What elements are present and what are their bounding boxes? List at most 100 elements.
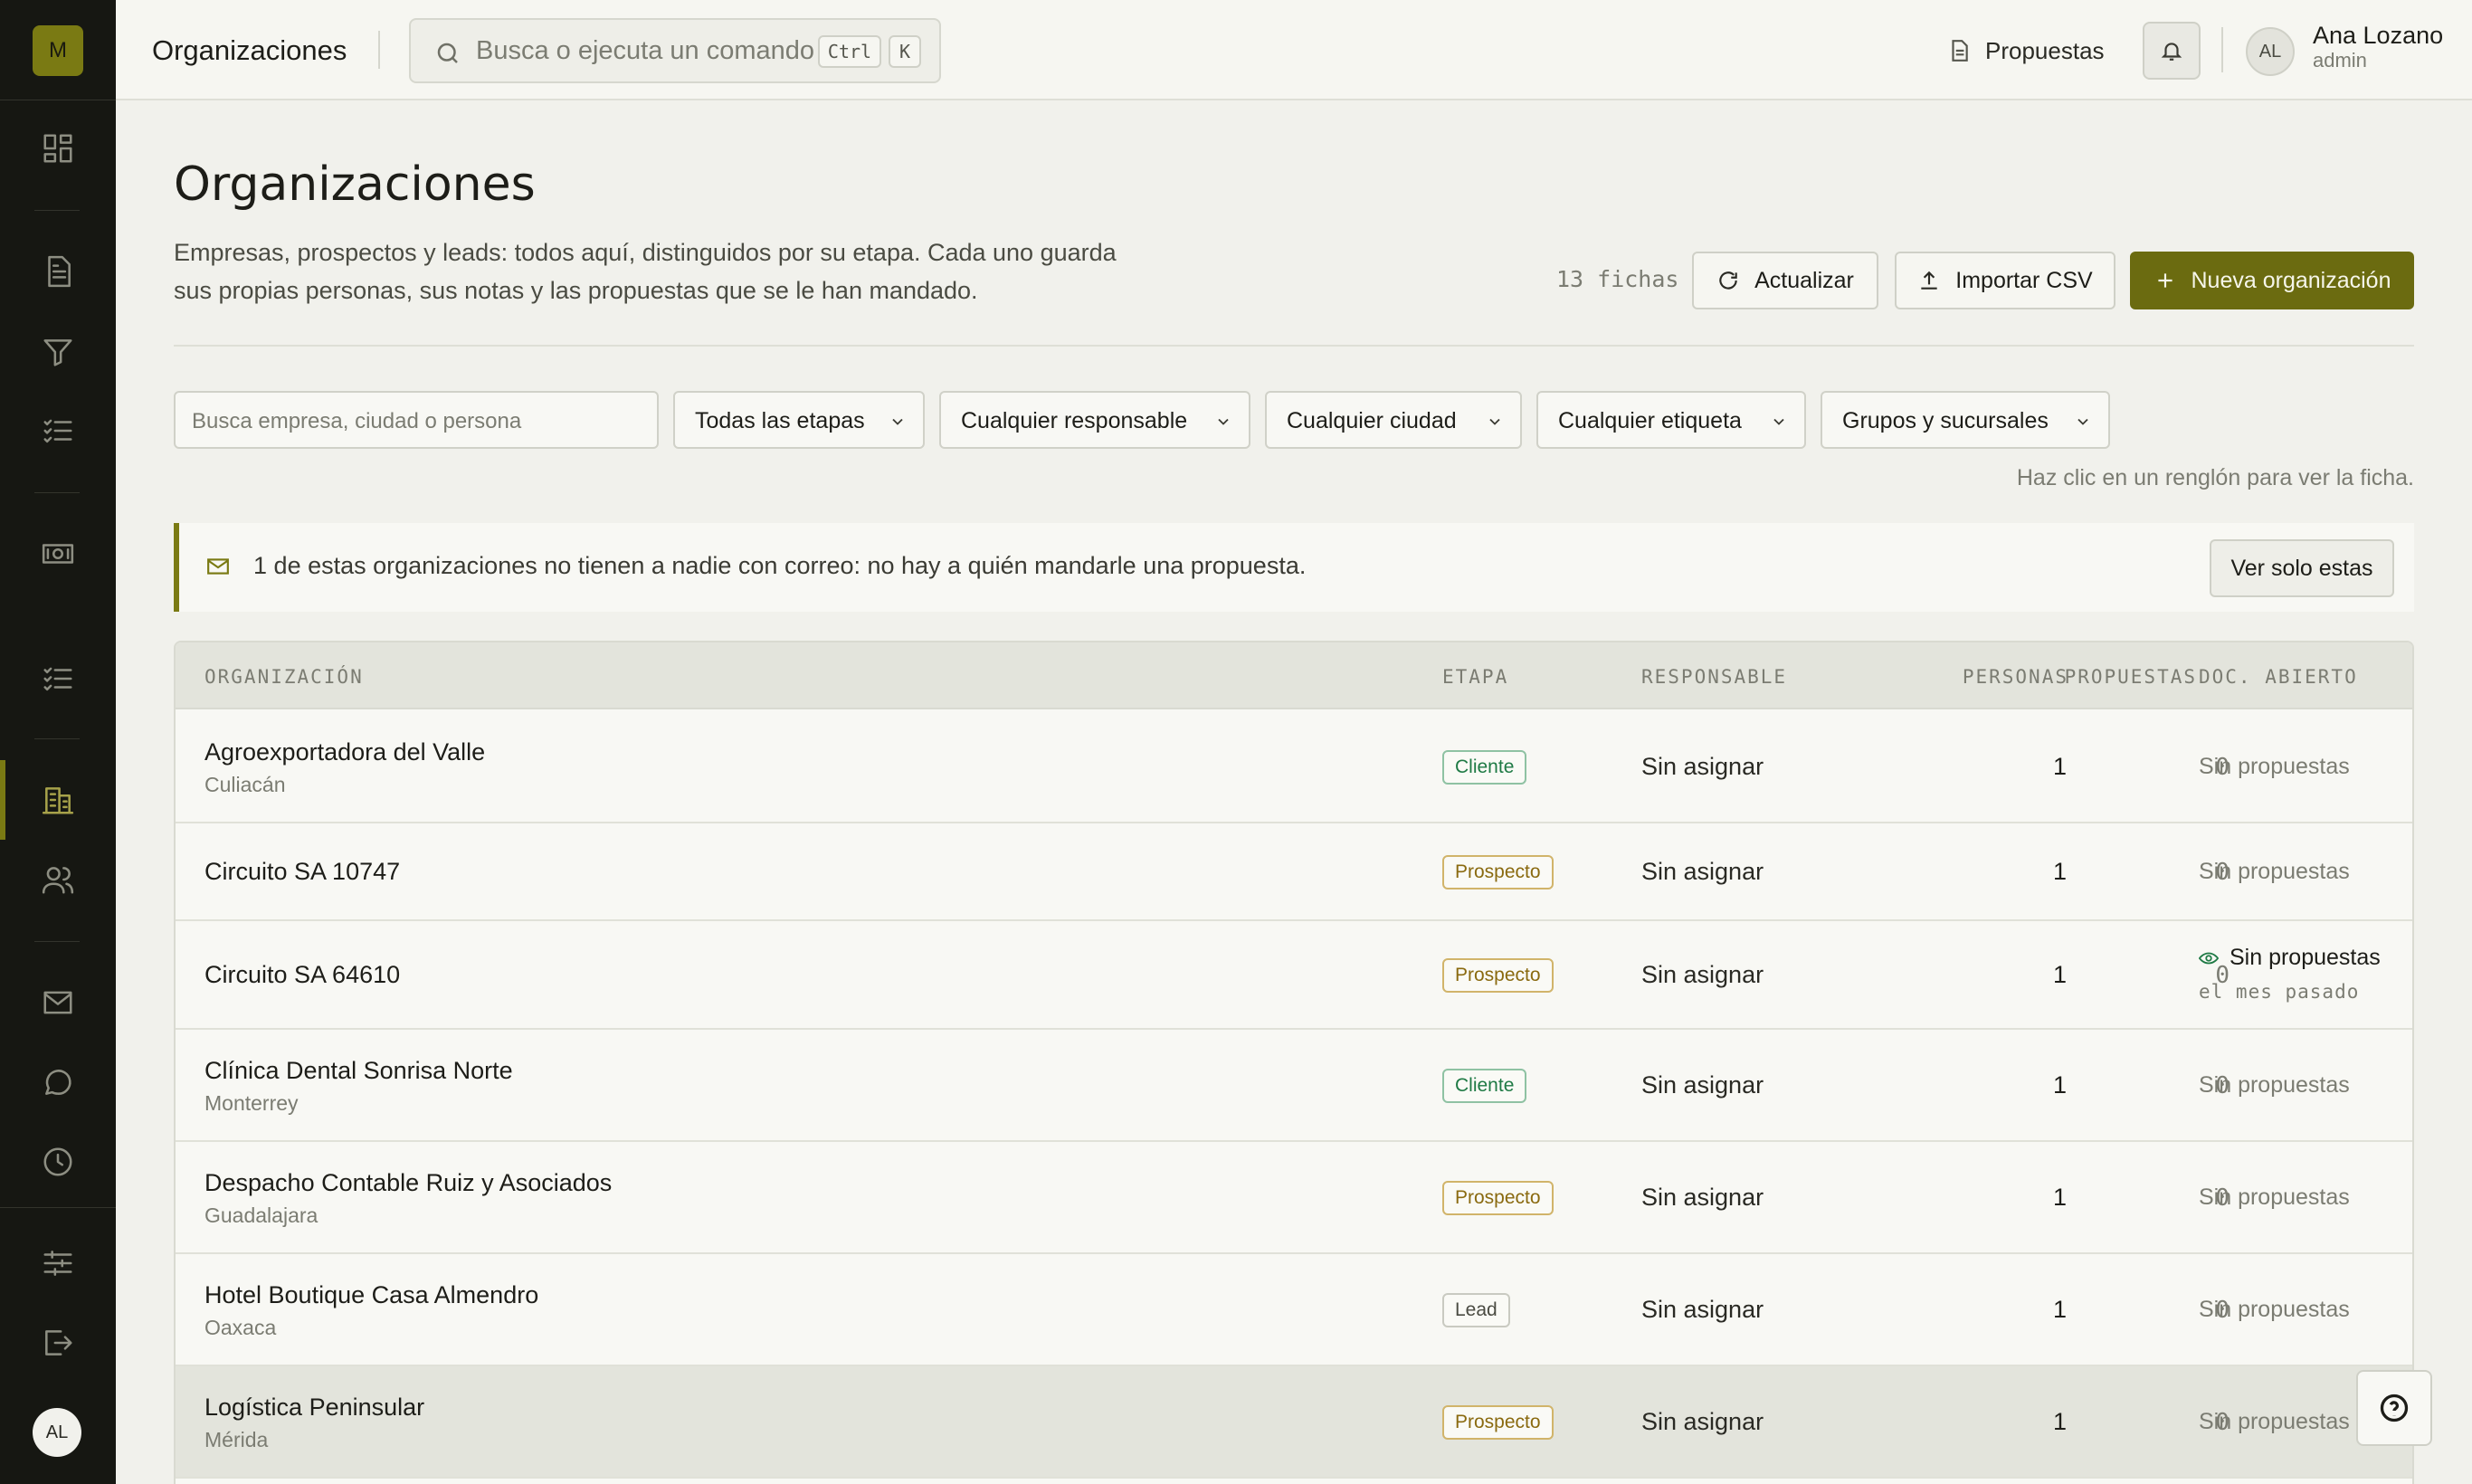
bell-icon: [2161, 43, 2182, 61]
help-icon: [2380, 1394, 2409, 1422]
clock-icon[interactable]: [36, 1140, 80, 1184]
owner-value: Sin asignar: [1641, 1296, 1764, 1323]
refresh-icon: [1719, 271, 1737, 290]
stage-badge: Lead: [1442, 1293, 1510, 1327]
organization-city: Monterrey: [204, 1091, 299, 1115]
page-description: Empresas, prospectos y leads: todos aquí…: [174, 239, 1117, 304]
chat-icon[interactable]: [36, 1061, 80, 1104]
people-count: 1: [2052, 753, 2067, 780]
chevron-down-icon: [1489, 418, 1500, 425]
chevron-down-icon: [1218, 418, 1229, 425]
sidebar-divider: [34, 492, 80, 493]
banknote-icon[interactable]: [36, 532, 80, 576]
stage-badge: Cliente: [1442, 750, 1527, 785]
stage-badge: Cliente: [1442, 1069, 1527, 1103]
building-icon[interactable]: [36, 778, 80, 822]
show-only-these-button[interactable]: Ver solo estas: [2210, 539, 2394, 597]
column-header-doc-opened[interactable]: DOC. ABIERTO: [2199, 666, 2358, 688]
table-row[interactable]: Circuito SA 10747 Prospecto Sin asignar 1 0 S…: [176, 823, 2412, 921]
eye-icon: [2199, 952, 2219, 964]
search-placeholder: Busca o ejecuta un comando: [476, 36, 815, 65]
document-icon: [1952, 40, 1968, 62]
city-select[interactable]: Cualquier ciudad: [1265, 391, 1522, 449]
logout-icon[interactable]: [36, 1321, 80, 1365]
table-header: ORGANIZACIÓN ETAPA RESPONSABLE PERSONAS …: [176, 642, 2412, 709]
organization-name[interactable]: Clínica Dental Sonrisa Norte: [204, 1057, 513, 1085]
groups-select[interactable]: Grupos y sucursales: [1821, 391, 2110, 449]
import-csv-button-label: Importar CSV: [1955, 267, 2093, 293]
organization-name[interactable]: Agroexportadora del Valle: [204, 738, 485, 766]
column-header-proposals[interactable]: PROPUESTAS: [2025, 666, 2197, 688]
people-count: 1: [2052, 1071, 2067, 1099]
help-button[interactable]: [2356, 1370, 2432, 1446]
search-icon: [437, 43, 458, 63]
new-organization-button[interactable]: Nueva organización: [2130, 252, 2414, 309]
organization-name[interactable]: Despacho Contable Ruiz y Asociados: [204, 1169, 612, 1197]
table-row[interactable]: Agroexportadora del Valle Culiacán Cliente…: [176, 711, 2412, 823]
app-logo[interactable]: M: [33, 25, 83, 76]
mail-icon: [207, 558, 229, 575]
mail-icon[interactable]: [36, 981, 80, 1024]
user-role: admin: [2313, 49, 2367, 71]
sidebar-divider: [34, 210, 80, 211]
sliders-icon[interactable]: [36, 1241, 80, 1285]
table-row[interactable]: Circuito SA 64610 Prospecto Sin asignar 1 0 S…: [176, 921, 2412, 1030]
column-header-owner[interactable]: RESPONSABLE: [1641, 666, 1787, 688]
sidebar: M AL: [0, 0, 116, 1484]
doc-opened-value: Sin propuestas: [2199, 1072, 2350, 1098]
people-count: 1: [2052, 1184, 2067, 1211]
chevron-down-icon: [1773, 418, 1784, 425]
checklist-icon[interactable]: [36, 409, 80, 452]
stage-badge: Prospecto: [1442, 855, 1554, 889]
column-header-organization[interactable]: ORGANIZACIÓN: [204, 666, 364, 688]
organization-city: Oaxaca: [204, 1316, 277, 1339]
import-csv-button[interactable]: Importar CSV: [1895, 252, 2115, 309]
tag-select-value: Cualquier etiqueta: [1558, 408, 1742, 433]
chevron-down-icon: [892, 418, 903, 425]
command-search-input[interactable]: Busca o ejecuta un comando Ctrl K: [409, 18, 941, 83]
avatar[interactable]: AL: [33, 1408, 81, 1457]
topbar-title: Organizaciones: [152, 34, 347, 66]
table-row[interactable]: Logística Peninsular Mérida Prospecto Sin a…: [176, 1366, 2412, 1479]
dashboard-icon[interactable]: [36, 127, 80, 170]
organization-search-placeholder: Busca empresa, ciudad o persona: [192, 409, 522, 433]
organization-search-input[interactable]: Busca empresa, ciudad o persona: [174, 391, 659, 449]
table-row[interactable]: Hotel Boutique Casa Almendro Oaxaca Lead Si…: [176, 1254, 2412, 1366]
topbar-divider: [2221, 27, 2223, 72]
owner-value: Sin asignar: [1641, 961, 1764, 988]
owner-value: Sin asignar: [1641, 1184, 1764, 1211]
organization-name[interactable]: Circuito SA 10747: [204, 858, 400, 886]
alert-count: 1: [253, 552, 268, 579]
owner-select[interactable]: Cualquier responsable: [939, 391, 1250, 449]
notifications-button[interactable]: [2143, 22, 2201, 80]
people-count: 1: [2052, 1408, 2067, 1435]
table-row[interactable]: Despacho Contable Ruiz y Asociados Guadal…: [176, 1142, 2412, 1254]
table-row[interactable]: Clínica Dental Sonrisa Norte Monterrey Cli…: [176, 1030, 2412, 1142]
stage-select[interactable]: Todas las etapas: [673, 391, 925, 449]
new-organization-button-label: Nueva organización: [2191, 267, 2391, 293]
document-icon[interactable]: [36, 250, 80, 293]
column-header-stage[interactable]: ETAPA: [1442, 666, 1508, 688]
stage-badge: Prospecto: [1442, 1181, 1554, 1215]
refresh-button[interactable]: Actualizar: [1692, 252, 1878, 309]
owner-value: Sin asignar: [1641, 753, 1764, 780]
tag-select[interactable]: Cualquier etiqueta: [1536, 391, 1806, 449]
owner-value: Sin asignar: [1641, 1408, 1764, 1435]
tasks-icon[interactable]: [36, 657, 80, 700]
proposals-link[interactable]: Propuestas: [1947, 34, 2105, 67]
doc-opened-value: Sin propuestas: [2199, 754, 2350, 779]
organization-city: Culiacán: [204, 773, 286, 796]
people-icon[interactable]: [36, 858, 80, 901]
sidebar-divider: [0, 1207, 116, 1208]
doc-opened-value: Sin propuestas: [2230, 945, 2381, 970]
user-avatar[interactable]: AL: [2246, 27, 2295, 76]
header-divider: [174, 345, 2414, 347]
organization-name[interactable]: Hotel Boutique Casa Almendro: [204, 1281, 538, 1309]
user-name[interactable]: Ana Lozano: [2313, 22, 2443, 50]
organization-name[interactable]: Circuito SA 64610: [204, 961, 400, 989]
doc-opened-value: Sin propuestas: [2199, 1184, 2350, 1210]
owner-value: Sin asignar: [1641, 1071, 1764, 1099]
organization-name[interactable]: Logística Peninsular: [204, 1394, 424, 1422]
funnel-icon[interactable]: [36, 330, 80, 374]
plus-icon: [2157, 273, 2173, 288]
